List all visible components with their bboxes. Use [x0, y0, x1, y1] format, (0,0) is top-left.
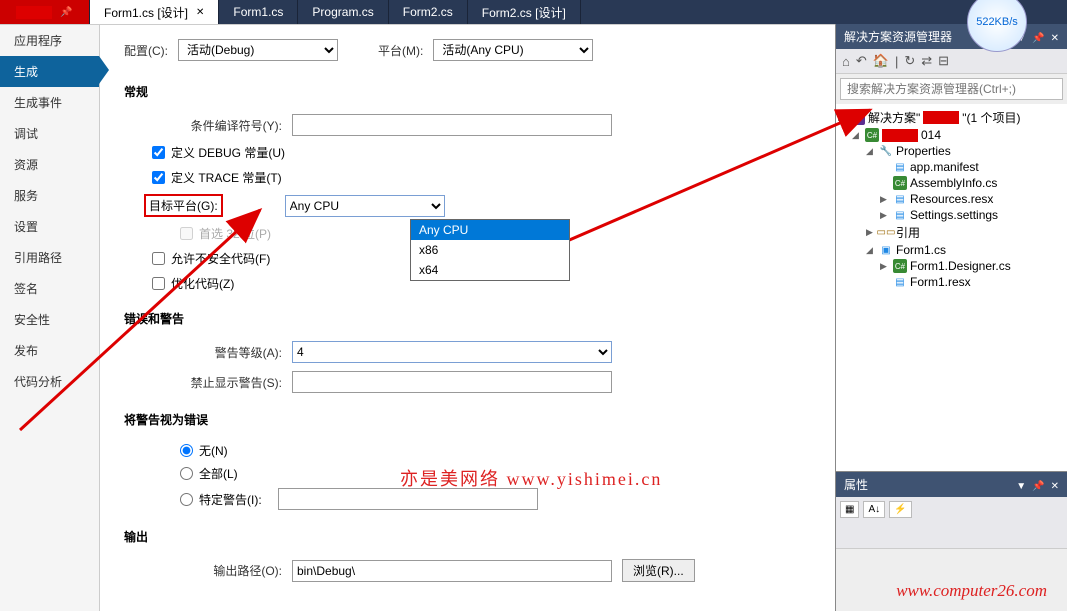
- right-panel: 解决方案资源管理器 ▼📌✕ ⌂ ↶ 🏠 | ↻ ⇄ ⊟ ▶⧉ 解决方案""(1 …: [835, 24, 1067, 611]
- radio-specific[interactable]: [180, 493, 193, 506]
- document-tabs: 📌 Form1.cs [设计]✕ Form1.cs Program.cs For…: [0, 0, 1067, 24]
- categorized-button[interactable]: ▦: [840, 501, 859, 518]
- define-debug-label: 定义 DEBUG 常量(U): [171, 144, 285, 161]
- nav-publish[interactable]: 发布: [0, 335, 99, 366]
- app-manifest-node[interactable]: ▤app.manifest: [838, 159, 1065, 175]
- output-path-input[interactable]: [292, 560, 612, 582]
- pinned-tab[interactable]: 📌: [0, 0, 90, 24]
- pin-icon[interactable]: 📌: [1032, 481, 1044, 492]
- dd-anycpu[interactable]: Any CPU: [411, 220, 569, 240]
- specific-warnings-input[interactable]: [278, 488, 538, 510]
- prefer32-label: 首选 32 位(P): [199, 225, 271, 242]
- unsafe-label: 允许不安全代码(F): [171, 250, 270, 267]
- events-button[interactable]: ⚡: [889, 501, 911, 518]
- dropdown-icon[interactable]: ▼: [1016, 481, 1026, 492]
- tab-form1-design[interactable]: Form1.cs [设计]✕: [90, 0, 219, 24]
- define-trace-checkbox[interactable]: [152, 171, 165, 184]
- back-icon[interactable]: ↶: [856, 53, 867, 69]
- collapse-icon[interactable]: ⊟: [938, 53, 949, 69]
- tab-form2-cs[interactable]: Form2.cs: [389, 0, 468, 24]
- config-select[interactable]: 活动(Debug): [178, 39, 338, 61]
- pin-icon[interactable]: 📌: [1032, 33, 1044, 44]
- suppress-input[interactable]: [292, 371, 612, 393]
- suppress-label: 禁止显示警告(S):: [152, 374, 282, 391]
- nav-settings[interactable]: 设置: [0, 211, 99, 242]
- warn-level-label: 警告等级(A):: [152, 344, 282, 361]
- solution-search-input[interactable]: [840, 78, 1063, 100]
- alpha-button[interactable]: A↓: [863, 501, 885, 518]
- pin-icon: 📌: [60, 7, 72, 18]
- target-platform-label: 目标平台(G):: [144, 194, 223, 217]
- radio-specific-label: 特定警告(I):: [199, 491, 262, 508]
- project-node[interactable]: ◢C#014: [838, 127, 1065, 143]
- platform-select[interactable]: 活动(Any CPU): [433, 39, 593, 61]
- config-label: 配置(C):: [124, 42, 168, 59]
- close-icon[interactable]: ✕: [1051, 481, 1059, 492]
- radio-none[interactable]: [180, 444, 193, 457]
- dd-x86[interactable]: x86: [411, 240, 569, 260]
- tab-form1-cs[interactable]: Form1.cs: [219, 0, 298, 24]
- tab-form2-design[interactable]: Form2.cs [设计]: [468, 0, 581, 24]
- properties-node[interactable]: ◢🔧Properties: [838, 143, 1065, 159]
- sync-icon[interactable]: ⇄: [921, 53, 932, 69]
- define-debug-checkbox[interactable]: [152, 146, 165, 159]
- form1cs-node[interactable]: ◢▣Form1.cs: [838, 242, 1065, 258]
- nav-security[interactable]: 安全性: [0, 304, 99, 335]
- cond-symbols-input[interactable]: [292, 114, 612, 136]
- radio-all-label: 全部(L): [199, 465, 238, 482]
- browse-button[interactable]: 浏览(R)...: [622, 559, 695, 582]
- solution-toolbar: ⌂ ↶ 🏠 | ↻ ⇄ ⊟: [836, 49, 1067, 74]
- section-general: 常规: [124, 79, 811, 104]
- solution-tree: ▶⧉ 解决方案""(1 个项目) ◢C#014 ◢🔧Properties ▤ap…: [836, 104, 1067, 471]
- optimize-checkbox[interactable]: [152, 277, 165, 290]
- references-node[interactable]: ▶▭▭引用: [838, 223, 1065, 242]
- section-warnings: 错误和警告: [124, 306, 811, 331]
- resources-resx-node[interactable]: ▶▤Resources.resx: [838, 191, 1065, 207]
- properties-panel: 属性 ▼📌✕ ▦ A↓ ⚡: [836, 471, 1067, 611]
- nav-debug[interactable]: 调试: [0, 118, 99, 149]
- nav-code-analysis[interactable]: 代码分析: [0, 366, 99, 397]
- dd-x64[interactable]: x64: [411, 260, 569, 280]
- define-trace-label: 定义 TRACE 常量(T): [171, 169, 282, 186]
- unsafe-checkbox[interactable]: [152, 252, 165, 265]
- section-treat-warnings: 将警告视为错误: [124, 407, 811, 432]
- radio-all[interactable]: [180, 467, 193, 480]
- form1resx-node[interactable]: ▤Form1.resx: [838, 274, 1065, 290]
- settings-node[interactable]: ▶▤Settings.settings: [838, 207, 1065, 223]
- assemblyinfo-node[interactable]: C#AssemblyInfo.cs: [838, 175, 1065, 191]
- nav-refpaths[interactable]: 引用路径: [0, 242, 99, 273]
- home2-icon[interactable]: 🏠: [873, 53, 889, 69]
- optimize-label: 优化代码(Z): [171, 275, 234, 292]
- form1designer-node[interactable]: ▶C#Form1.Designer.cs: [838, 258, 1065, 274]
- refresh-icon[interactable]: ↻: [904, 53, 915, 69]
- tab-program-cs[interactable]: Program.cs: [298, 0, 388, 24]
- target-platform-select[interactable]: Any CPU: [285, 195, 445, 217]
- nav-build-events[interactable]: 生成事件: [0, 87, 99, 118]
- cond-symbols-label: 条件编译符号(Y):: [152, 117, 282, 134]
- nav-services[interactable]: 服务: [0, 180, 99, 211]
- target-platform-dropdown[interactable]: Any CPU x86 x64: [410, 219, 570, 281]
- close-icon[interactable]: ✕: [1051, 33, 1059, 44]
- prefer32-checkbox: [180, 227, 193, 240]
- output-path-label: 输出路径(O):: [152, 562, 282, 579]
- config-row: 配置(C): 活动(Debug) 平台(M): 活动(Any CPU): [124, 39, 811, 61]
- platform-label: 平台(M):: [378, 42, 423, 59]
- close-icon[interactable]: ✕: [196, 7, 204, 18]
- properties-title: 属性 ▼📌✕: [836, 472, 1067, 497]
- project-settings-nav: 应用程序 生成 生成事件 调试 资源 服务 设置 引用路径 签名 安全性 发布 …: [0, 25, 100, 611]
- nav-build[interactable]: 生成: [0, 56, 99, 87]
- build-settings-content: 配置(C): 活动(Debug) 平台(M): 活动(Any CPU) 常规 条…: [100, 25, 835, 611]
- nav-resources[interactable]: 资源: [0, 149, 99, 180]
- home-icon[interactable]: ⌂: [842, 54, 850, 69]
- nav-app[interactable]: 应用程序: [0, 25, 99, 56]
- section-output: 输出: [124, 524, 811, 549]
- radio-none-label: 无(N): [199, 442, 228, 459]
- nav-signing[interactable]: 签名: [0, 273, 99, 304]
- solution-node[interactable]: ▶⧉ 解决方案""(1 个项目): [838, 108, 1065, 127]
- warn-level-select[interactable]: 4: [292, 341, 612, 363]
- solution-explorer-title: 解决方案资源管理器 ▼📌✕: [836, 24, 1067, 49]
